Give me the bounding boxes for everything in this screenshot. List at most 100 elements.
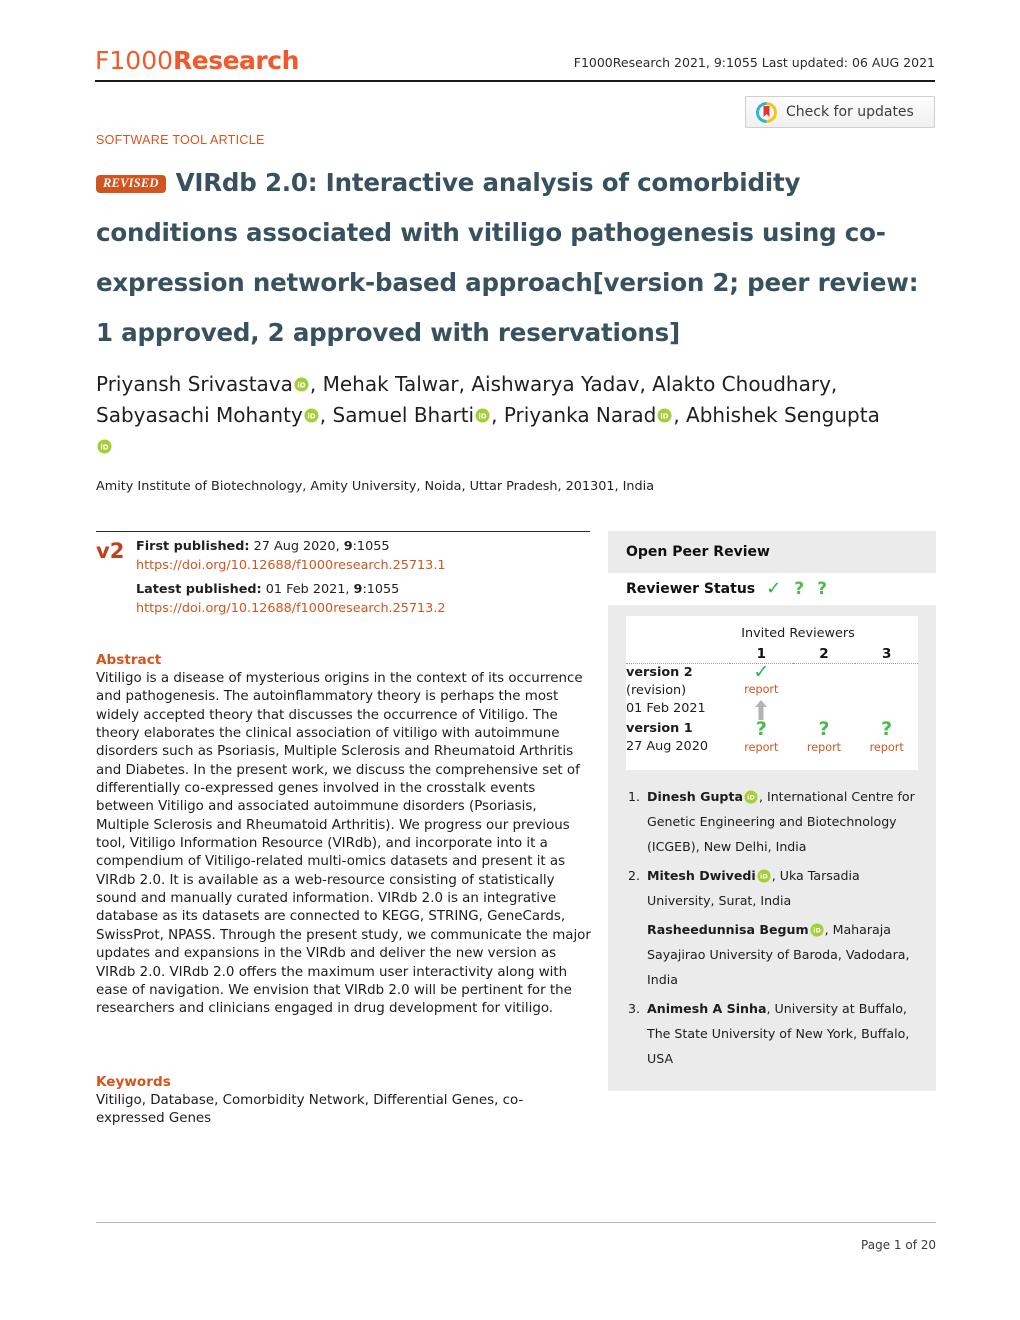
version-cell: version 1 27 Aug 2020 — [626, 720, 730, 756]
review-status-cell — [855, 664, 918, 721]
first-published-label: First published: — [136, 539, 250, 554]
review-status-cell: ✓ report — [730, 661, 793, 720]
approved-tick-icon: ✓ — [766, 578, 782, 599]
author-separator: , — [673, 403, 687, 427]
approved-with-reservations-icon: ? — [755, 718, 767, 740]
list-item: 1. Dinesh Gupta iD, International Centre f… — [628, 784, 920, 859]
masthead-citation-meta: F1000Research 2021, 9:1055 Last updated:… — [573, 55, 935, 70]
author-separator: , — [458, 372, 472, 396]
open-peer-review-panel: Open Peer Review Reviewer Status ✓ ? ? I… — [608, 531, 936, 1091]
latest-published-date: 01 Feb 2021, — [261, 582, 354, 597]
article-type-label: SOFTWARE TOOL ARTICLE — [96, 133, 265, 147]
orcid-icon[interactable]: iD — [294, 370, 309, 392]
reviewer-index: 1. — [628, 789, 641, 804]
masthead: F1000Research F1000Research 2021, 9:1055… — [95, 46, 935, 80]
reviewer-name[interactable]: Rasheedunnisa Begum — [647, 922, 809, 937]
reviewer-list: 1. Dinesh Gupta iD, International Centre f… — [608, 770, 936, 1091]
f1000research-logo: F1000Research — [95, 46, 299, 75]
author-name[interactable]: Samuel Bharti — [333, 403, 475, 427]
orcid-icon[interactable]: iD — [304, 401, 319, 423]
orcid-icon[interactable]: iD — [475, 401, 490, 423]
list-item: Rasheedunnisa Begum iD, Maharaja Sayajira… — [628, 917, 920, 992]
revision-arrow-icon — [754, 700, 768, 720]
list-item: 3. Animesh A Sinha, University at Buffalo… — [628, 996, 920, 1071]
reviewer-index: 2. — [628, 868, 641, 883]
latest-doi-link[interactable]: https://doi.org/10.12688/f1000research.2… — [136, 600, 596, 619]
orcid-icon[interactable]: iD — [744, 787, 758, 804]
author-name[interactable]: Mehak Talwar — [323, 372, 459, 396]
reviewer-column-number: 1 — [756, 646, 767, 662]
orcid-icon[interactable]: iD — [97, 432, 112, 454]
author-separator: , — [491, 403, 504, 427]
svg-text:iD: iD — [478, 411, 486, 420]
svg-text:iD: iD — [760, 873, 768, 881]
review-report-link[interactable]: report — [730, 741, 793, 754]
author-name[interactable]: Alakto Choudhary — [652, 372, 831, 396]
author-list: Priyansh Srivastava iD, Mehak Talwar, Ais… — [96, 369, 886, 462]
reviewer-status-label: Reviewer Status — [626, 581, 756, 597]
reviewer-name[interactable]: Dinesh Gupta — [647, 789, 743, 804]
review-status-cell — [793, 664, 856, 721]
first-published-date: 27 Aug 2020, — [249, 539, 344, 554]
author-separator: , — [309, 372, 323, 396]
reviewer-entry: Mitesh Dwivedi iD, Uka Tarsadia Universit… — [647, 863, 920, 913]
reviewer-index: 3. — [628, 1001, 641, 1016]
approved-with-reservations-icon: ? — [818, 718, 830, 740]
first-published-line: First published: 27 Aug 2020, 9:1055 — [136, 538, 596, 557]
version-sublabel: (revision) — [626, 683, 687, 698]
matrix-corner — [626, 646, 730, 662]
reviewer-entry: Animesh A Sinha, University at Buffalo, … — [647, 996, 920, 1071]
reviewer-column-number: 3 — [881, 646, 892, 662]
author-name[interactable]: Priyanka Narad — [504, 403, 657, 427]
article-page: F1000Research F1000Research 2021, 9:1055… — [0, 0, 1020, 1320]
logo-f1000-text: F1000 — [95, 46, 174, 75]
reviewer-matrix: Invited Reviewers 1 2 3 version 2 (revision)… — [626, 616, 918, 770]
abstract-heading: Abstract — [96, 652, 162, 668]
open-peer-review-title: Open Peer Review — [626, 544, 770, 560]
first-published-page: :1055 — [352, 539, 390, 554]
logo-research-text: Research — [173, 46, 299, 75]
approved-with-reservations-icon: ? — [881, 718, 893, 740]
review-report-link[interactable]: report — [730, 683, 793, 696]
orcid-icon[interactable]: iD — [810, 920, 824, 937]
version-date: 01 Feb 2021 — [626, 701, 706, 716]
version-date: 27 Aug 2020 — [626, 739, 708, 754]
review-report-link[interactable]: report — [855, 741, 918, 754]
approved-with-reservations-icon: ? — [817, 578, 827, 599]
review-status-cell: ? report — [730, 720, 793, 756]
publication-info: v2 First published: 27 Aug 2020, 9:1055 … — [96, 538, 596, 618]
svg-text:iD: iD — [813, 927, 821, 935]
latest-published-page: :1055 — [362, 582, 400, 597]
reviewer-entry: Rasheedunnisa Begum iD, Maharaja Sayajira… — [647, 917, 920, 992]
approved-with-reservations-icon: ? — [794, 578, 805, 599]
review-status-cell: ? report — [793, 720, 856, 756]
approved-tick-icon: ✓ — [753, 661, 770, 683]
revised-badge: REVISED — [96, 175, 166, 193]
review-report-link[interactable]: report — [793, 741, 856, 754]
keywords-heading: Keywords — [96, 1074, 171, 1090]
check-for-updates-button[interactable]: Check for updates — [745, 96, 935, 128]
orcid-icon[interactable]: iD — [757, 866, 771, 883]
author-name[interactable]: Sabyasachi Mohanty — [96, 403, 303, 427]
latest-published-line: Latest published: 01 Feb 2021, 9:1055 — [136, 581, 596, 600]
svg-text:iD: iD — [297, 380, 305, 389]
svg-text:iD: iD — [661, 411, 669, 420]
table-row: version 2 (revision) 01 Feb 2021 ✓ report — [626, 661, 918, 721]
reviewer-status-row: Reviewer Status ✓ ? ? — [608, 573, 936, 605]
author-name[interactable]: Aishwarya Yadav — [471, 372, 639, 396]
reviewer-name[interactable]: Mitesh Dwivedi — [647, 868, 756, 883]
first-published-volume: 9 — [343, 539, 353, 554]
review-status-cell: ? report — [855, 720, 918, 756]
author-name[interactable]: Priyansh Srivastava — [96, 372, 293, 396]
footer-divider — [96, 1222, 936, 1224]
reviewer-name[interactable]: Animesh A Sinha — [647, 1001, 767, 1016]
version-label: version 2 — [626, 665, 693, 680]
author-separator: , — [639, 372, 653, 396]
first-doi-link[interactable]: https://doi.org/10.12688/f1000research.2… — [136, 557, 596, 576]
svg-text:iD: iD — [100, 442, 108, 451]
reviewer-status-icons: ✓ ? ? — [766, 580, 827, 598]
orcid-icon[interactable]: iD — [657, 401, 672, 423]
latest-published-label: Latest published: — [136, 582, 262, 597]
author-name[interactable]: Abhishek Sengupta — [686, 403, 880, 427]
masthead-divider — [95, 80, 935, 82]
